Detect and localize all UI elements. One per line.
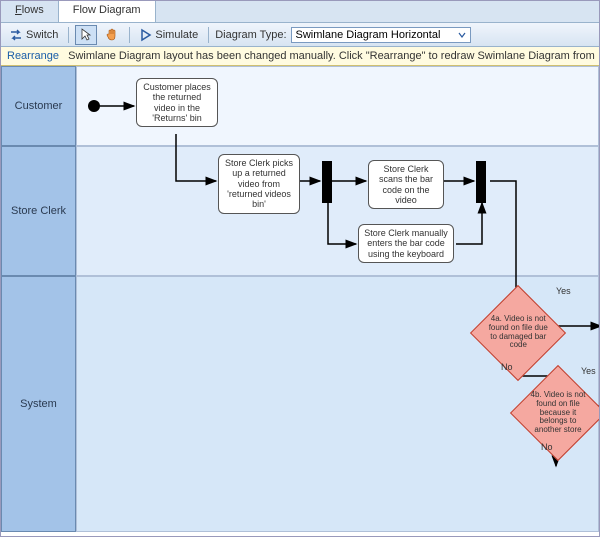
tab-flow-diagram[interactable]: Flow Diagram	[59, 1, 156, 22]
lane-header-system[interactable]: System	[1, 276, 76, 532]
separator	[68, 27, 69, 43]
lane-header-customer[interactable]: Customer	[1, 66, 76, 146]
lane-body-store-clerk	[76, 146, 599, 276]
diagram-type-select[interactable]: Swimlane Diagram Horizontal	[291, 27, 471, 43]
diagram-type-value: Swimlane Diagram Horizontal	[296, 29, 441, 41]
simulate-label: Simulate	[155, 29, 198, 41]
activity-customer-return[interactable]: Customer places the returned video in th…	[136, 78, 218, 127]
node-label: 4b. Video is not found on file because i…	[525, 391, 591, 435]
chevron-down-icon	[458, 31, 466, 39]
pointer-tool-button[interactable]	[75, 25, 97, 45]
rearrange-link[interactable]: Rearrange	[7, 50, 59, 62]
switch-icon	[9, 28, 23, 42]
cursor-icon	[80, 28, 92, 42]
diagram-canvas[interactable]: Customer Store Clerk System	[1, 66, 599, 532]
edge-label-no: No	[501, 362, 513, 372]
lane-label: Customer	[15, 100, 63, 112]
node-label: Store Clerk picks up a returned video fr…	[225, 158, 293, 209]
activity-manual-entry[interactable]: Store Clerk manually enters the bar code…	[358, 224, 454, 263]
toolbar: Switch Simulate Diagram Type: Swimlane D…	[1, 23, 599, 47]
message-text: Swimlane Diagram layout has been changed…	[68, 50, 595, 62]
edge-label-yes: Yes	[556, 286, 571, 296]
activity-clerk-pickup[interactable]: Store Clerk picks up a returned video fr…	[218, 154, 300, 214]
node-label: 4a. Video is not found on file due to da…	[485, 315, 551, 350]
activity-scan-barcode[interactable]: Store Clerk scans the bar code on the vi…	[368, 160, 444, 209]
lane-label: Store Clerk	[11, 205, 66, 217]
separator	[208, 27, 209, 43]
edge-label-no: No	[541, 442, 553, 452]
fork-gateway[interactable]	[322, 161, 332, 203]
simulate-button[interactable]: Simulate	[136, 26, 202, 44]
start-node[interactable]	[88, 100, 100, 112]
edge-label-yes: Yes	[581, 366, 596, 376]
play-icon	[140, 28, 152, 42]
lane-label: System	[20, 398, 57, 410]
node-label: Customer places the returned video in th…	[143, 82, 211, 123]
switch-label: Switch	[26, 29, 58, 41]
switch-button[interactable]: Switch	[5, 26, 62, 44]
diagram-type-label: Diagram Type:	[215, 29, 286, 41]
node-label: Store Clerk scans the bar code on the vi…	[379, 164, 433, 205]
lane-header-store-clerk[interactable]: Store Clerk	[1, 146, 76, 276]
message-bar: Rearrange Swimlane Diagram layout has be…	[1, 47, 599, 66]
hand-icon	[105, 28, 119, 42]
pan-tool-button[interactable]	[101, 26, 123, 44]
node-label: Store Clerk manually enters the bar code…	[364, 228, 448, 259]
tab-flows[interactable]: FFlowslows	[1, 1, 59, 22]
tab-bar: FFlowslows Flow Diagram	[1, 1, 599, 23]
join-gateway[interactable]	[476, 161, 486, 203]
separator	[129, 27, 130, 43]
